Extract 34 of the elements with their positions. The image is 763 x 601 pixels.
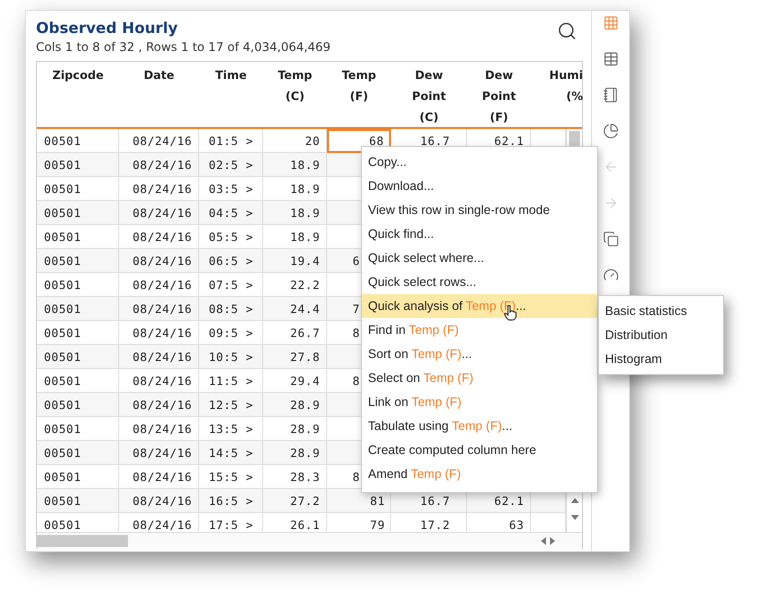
menu-item[interactable]: Create computed column here — [362, 438, 597, 462]
column-header[interactable]: Zipcode — [37, 62, 119, 127]
column-header[interactable]: Humi (% — [531, 62, 583, 127]
menu-item[interactable]: Histogram — [599, 347, 723, 371]
table-icon[interactable] — [602, 51, 618, 67]
column-header[interactable]: Temp (F) — [327, 62, 391, 127]
scroll-up-icon[interactable] — [570, 498, 578, 503]
pie-chart-icon[interactable] — [602, 123, 618, 139]
scroll-right-icon[interactable] — [550, 537, 555, 545]
menu-item[interactable]: Sort on Temp (F)... — [362, 342, 597, 366]
menu-item[interactable]: Quick select rows... — [362, 270, 597, 294]
scroll-down-icon[interactable] — [570, 515, 578, 520]
column-header[interactable]: Time — [199, 62, 263, 127]
menu-item[interactable]: View this row in single-row mode — [362, 198, 597, 222]
notebook-icon[interactable] — [602, 87, 618, 103]
menu-item[interactable]: Quick find... — [362, 222, 597, 246]
panel-title: Observed Hourly — [36, 19, 178, 37]
search-icon[interactable] — [557, 21, 577, 41]
column-header[interactable]: Temp (C) — [263, 62, 327, 127]
menu-item[interactable]: Link on Temp (F) — [362, 390, 597, 414]
copy-icon[interactable] — [602, 231, 618, 247]
column-header[interactable]: Dew Point (C) — [391, 62, 467, 127]
column-header[interactable]: Dew Point (F) — [467, 62, 531, 127]
menu-item[interactable]: Basic statistics — [599, 299, 723, 323]
menu-item[interactable]: Download... — [362, 174, 597, 198]
column-header[interactable]: Date — [119, 62, 199, 127]
menu-item[interactable]: Tabulate using Temp (F)... — [362, 414, 597, 438]
scroll-left-icon[interactable] — [541, 537, 546, 545]
scrollbar-thumb[interactable] — [37, 535, 128, 547]
gauge-icon[interactable] — [602, 267, 618, 283]
range-summary: Cols 1 to 8 of 32 , Rows 1 to 17 of 4,034,064,469 — [36, 40, 331, 54]
menu-item[interactable]: Distribution — [599, 323, 723, 347]
menu-item[interactable]: Copy... — [362, 150, 597, 174]
grid-icon[interactable] — [602, 15, 618, 31]
